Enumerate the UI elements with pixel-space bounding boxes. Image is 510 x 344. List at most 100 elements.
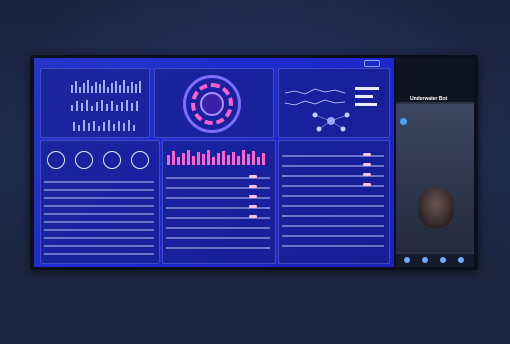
bar (131, 82, 133, 93)
bar (172, 151, 175, 165)
table-row (44, 181, 154, 183)
table-row (44, 189, 154, 191)
bar (187, 150, 190, 165)
bar (128, 120, 130, 131)
bar (75, 81, 77, 93)
bar (232, 152, 235, 165)
bar (136, 101, 138, 111)
app-subheader (396, 104, 474, 112)
bar (197, 152, 200, 165)
bar (252, 151, 255, 165)
stat-circle (75, 151, 93, 169)
reflected-person (418, 188, 454, 228)
status-pill (249, 195, 257, 198)
bar-strip (71, 99, 145, 111)
bar (71, 85, 73, 93)
status-pill (249, 215, 257, 218)
bar (177, 157, 180, 165)
stat-circle (131, 151, 149, 169)
table-row (166, 227, 270, 229)
bar (262, 153, 265, 165)
bar (83, 120, 85, 131)
dashboard-card-bottom-left (40, 140, 160, 264)
status-pill (363, 163, 371, 166)
bar (81, 103, 83, 111)
bar (95, 82, 97, 93)
bar (116, 105, 118, 111)
bar (126, 100, 128, 111)
bar (79, 87, 81, 93)
bar (91, 106, 93, 111)
bar-strip (71, 79, 145, 93)
bar (133, 125, 135, 131)
bar (93, 121, 95, 131)
status-pill (363, 183, 371, 186)
table-row (282, 205, 384, 207)
status-pill (249, 185, 257, 188)
bar (113, 124, 115, 131)
table-row (44, 205, 154, 207)
nav-icon (440, 257, 446, 263)
bar (118, 121, 120, 131)
table-row (44, 253, 154, 255)
bar (76, 101, 78, 111)
dashboard-top-button (364, 60, 380, 67)
bar (121, 102, 123, 111)
bar (123, 123, 125, 131)
bar (222, 151, 225, 165)
bar (123, 80, 125, 93)
bar (103, 80, 105, 93)
table-row (282, 235, 384, 237)
table-row (44, 237, 154, 239)
stat-circle (103, 151, 121, 169)
bar (111, 83, 113, 93)
photo-scene: Underwater Bot (0, 0, 510, 344)
bar (108, 120, 110, 131)
bar (88, 123, 90, 131)
bar (247, 154, 250, 165)
table-row (282, 225, 384, 227)
bar (212, 157, 215, 165)
bar (119, 85, 121, 93)
stat-bar (355, 103, 377, 106)
bar (83, 83, 85, 93)
table-row (44, 245, 154, 247)
bar (106, 104, 108, 111)
bar (139, 81, 141, 93)
bar-strip (71, 119, 145, 131)
dashboard-card-top-left (40, 68, 150, 138)
table-row (44, 213, 154, 215)
dashboard-card-bottom-middle (162, 140, 276, 264)
activity-lines (284, 87, 379, 132)
table-row (44, 229, 154, 231)
bar (242, 150, 245, 165)
bar (78, 125, 80, 131)
bar (99, 84, 101, 93)
stat-bar (355, 87, 379, 90)
bar (107, 87, 109, 93)
bar (127, 86, 129, 93)
status-pill (249, 175, 257, 178)
table-row (282, 215, 384, 217)
bar (86, 100, 88, 111)
bar (103, 122, 105, 131)
app-nav-bar (396, 254, 474, 267)
dashboard-card-bottom-right (278, 140, 390, 264)
bar (237, 156, 240, 165)
bar (91, 86, 93, 93)
table-row (282, 195, 384, 197)
nav-icon (404, 257, 410, 263)
app-title: Underwater Bot (410, 96, 448, 102)
activity-line (284, 88, 346, 95)
bar (73, 122, 75, 131)
table-row (166, 247, 270, 249)
table-row (44, 221, 154, 223)
bar (217, 153, 220, 165)
bar (111, 101, 113, 111)
nav-icon (422, 257, 428, 263)
nav-icon (458, 257, 464, 263)
bar (131, 103, 133, 111)
table-row (166, 237, 270, 239)
bar (98, 126, 100, 131)
stat-circle (47, 151, 65, 169)
